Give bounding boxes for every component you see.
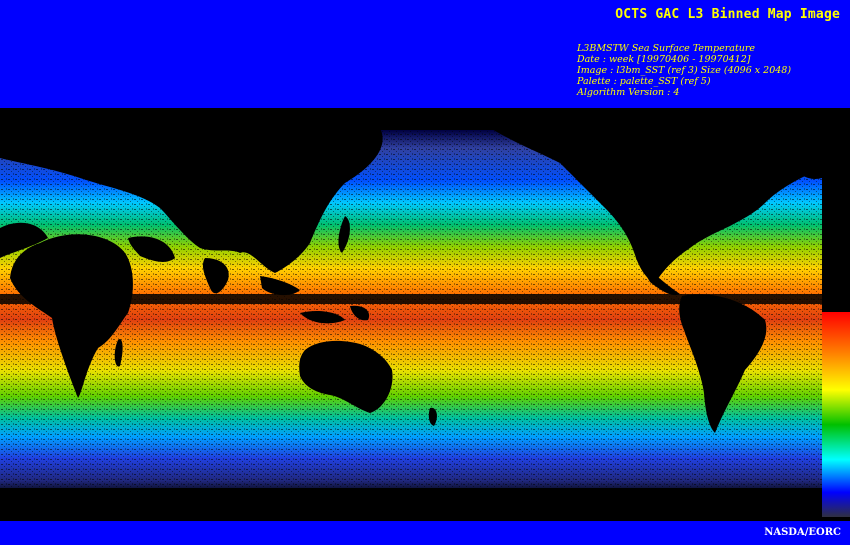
antarctica-landmass (0, 488, 850, 521)
header-bar: OCTS GAC L3 Binned Map Image L3BMSTW Sea… (0, 0, 850, 108)
footer-bar: NASDA/EORC (0, 521, 850, 545)
metadata-block: L3BMSTW Sea Surface Temperature Date : w… (577, 43, 791, 98)
metadata-algorithm: Algorithm Version : 4 (577, 87, 680, 98)
credit-label: NASDA/EORC (764, 527, 841, 538)
metadata-image: Image : l3bm_SST (ref 3) Size (4096 x 20… (577, 65, 792, 76)
metadata-date: Date : week [19970406 - 19970412] (577, 54, 751, 65)
metadata-product: L3BMSTW Sea Surface Temperature (577, 43, 756, 54)
map-title: OCTS GAC L3 Binned Map Image (615, 7, 840, 22)
sst-map-svg (0, 128, 850, 521)
sst-map (0, 108, 850, 521)
temperature-colorbar (822, 312, 850, 517)
metadata-palette: Palette : palette_SST (ref 5) (577, 76, 711, 87)
sst-map-page: OCTS GAC L3 Binned Map Image L3BMSTW Sea… (0, 0, 850, 545)
